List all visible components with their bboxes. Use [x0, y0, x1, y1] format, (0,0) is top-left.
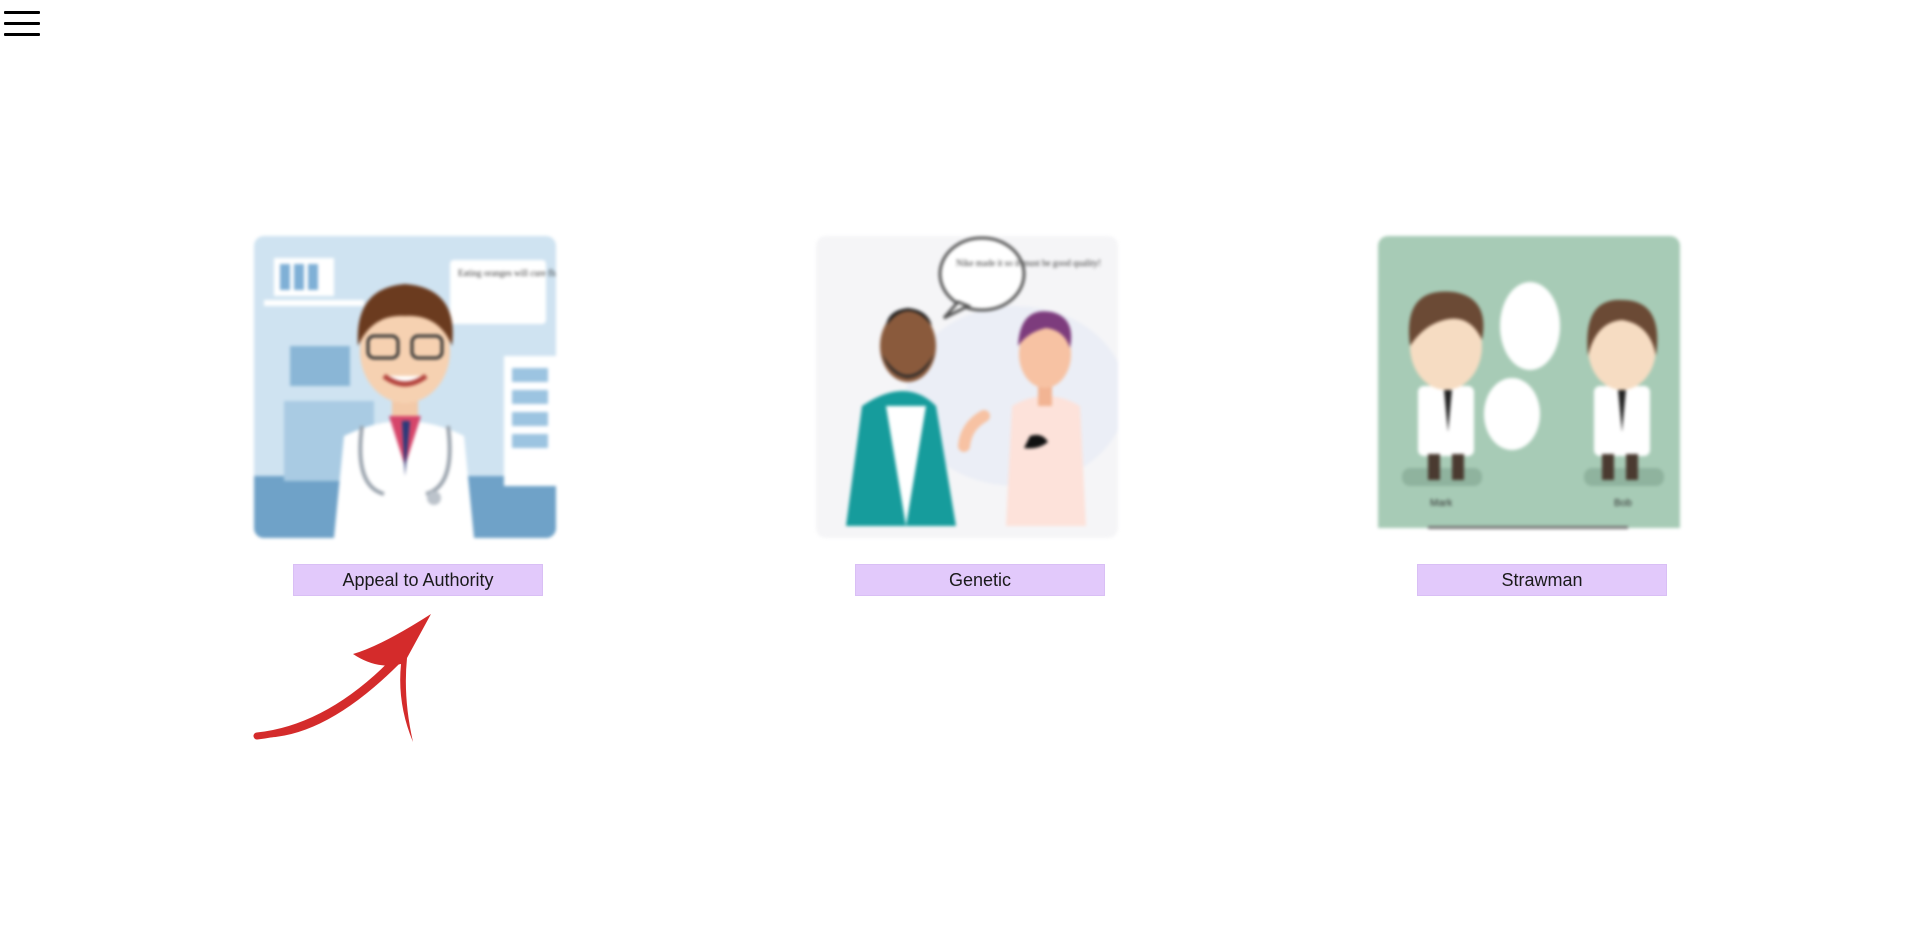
doctor-illustration[interactable]: Eating oranges will cure flu. Trust me, … [254, 236, 556, 538]
hamburger-menu-icon[interactable] [4, 11, 40, 37]
speech-bubble-text: Eating oranges will cure flu. Trust me, … [458, 268, 556, 278]
mark-bob-illustration[interactable]: Mark Bob [1378, 236, 1680, 538]
two-men-discussion-illustration[interactable]: Nike made it so it must be good quality! [816, 236, 1118, 538]
red-arrow-icon [253, 614, 431, 742]
menu-line [4, 22, 40, 25]
character-name-mark: Mark [1430, 498, 1453, 509]
genetic-button[interactable]: Genetic [855, 564, 1105, 596]
appeal-to-authority-button[interactable]: Appeal to Authority [293, 564, 543, 596]
speech-bubble-text: Nike made it so it must be good quality! [956, 258, 1101, 268]
strawman-button[interactable]: Strawman [1417, 564, 1667, 596]
character-name-bob: Bob [1614, 498, 1632, 509]
menu-line [4, 11, 40, 14]
menu-line [4, 33, 40, 36]
